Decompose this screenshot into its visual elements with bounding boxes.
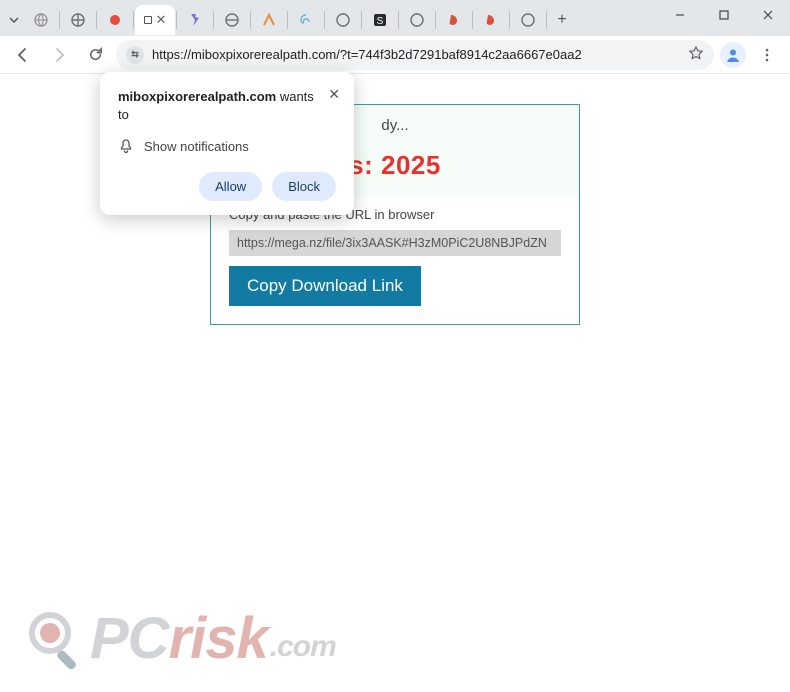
- notification-line: Show notifications: [144, 139, 249, 154]
- back-button[interactable]: [8, 40, 38, 70]
- active-tab-favicon: [144, 16, 152, 24]
- download-url-field[interactable]: https://mega.nz/file/3ix3AASK#H3zM0PiC2U…: [229, 230, 561, 256]
- notification-title: miboxpixorerealpath.com wants to: [118, 88, 336, 124]
- browser-menu-button[interactable]: [752, 40, 782, 70]
- tab-13[interactable]: [474, 5, 508, 35]
- watermark-pc: PC: [90, 605, 169, 672]
- close-window-button[interactable]: [746, 0, 790, 30]
- tab-9[interactable]: [326, 5, 360, 35]
- headline-year: 2025: [381, 150, 441, 180]
- allow-button[interactable]: Allow: [199, 172, 262, 201]
- profile-avatar[interactable]: [720, 42, 746, 68]
- tab-active[interactable]: ✕: [135, 5, 175, 35]
- watermark-risk: risk: [169, 605, 268, 672]
- address-bar[interactable]: ⇆ https://miboxpixorerealpath.com/?t=744…: [116, 40, 714, 70]
- watermark-com: .com: [270, 630, 336, 664]
- tab-7[interactable]: [252, 5, 286, 35]
- minimize-button[interactable]: [658, 0, 702, 30]
- browser-toolbar: ⇆ https://miboxpixorerealpath.com/?t=744…: [0, 36, 790, 74]
- tab-12[interactable]: [437, 5, 471, 35]
- bell-icon: [118, 138, 134, 154]
- tab-close-button[interactable]: ✕: [156, 12, 167, 28]
- tab-14[interactable]: [511, 5, 545, 35]
- new-tab-button[interactable]: +: [548, 6, 576, 34]
- copy-download-link-button[interactable]: Copy Download Link: [229, 266, 421, 306]
- site-settings-icon[interactable]: ⇆: [126, 46, 144, 64]
- notification-domain: miboxpixorerealpath.com: [118, 89, 276, 104]
- tab-5[interactable]: [178, 5, 212, 35]
- tab-2[interactable]: [61, 5, 95, 35]
- tab-1[interactable]: [24, 5, 58, 35]
- svg-text:S: S: [377, 16, 384, 27]
- tab-strip: ✕ S +: [0, 0, 790, 36]
- url-text: https://miboxpixorerealpath.com/?t=744f3…: [152, 47, 680, 62]
- tab-8[interactable]: [289, 5, 323, 35]
- tab-6[interactable]: [215, 5, 249, 35]
- tab-10[interactable]: S: [363, 5, 397, 35]
- forward-button[interactable]: [44, 40, 74, 70]
- watermark-logo: PCrisk.com: [24, 605, 336, 672]
- window-controls: [658, 0, 790, 32]
- reload-button[interactable]: [80, 40, 110, 70]
- maximize-button[interactable]: [702, 0, 746, 30]
- block-button[interactable]: Block: [272, 172, 336, 201]
- magnifier-icon: [24, 607, 88, 671]
- tab-11[interactable]: [400, 5, 434, 35]
- tab-3[interactable]: [98, 5, 132, 35]
- bookmark-star-icon[interactable]: [688, 45, 704, 64]
- tab-dropdown-button[interactable]: [4, 6, 24, 34]
- notification-close-button[interactable]: ✕: [328, 86, 340, 103]
- notification-permission-prompt: miboxpixorerealpath.com wants to ✕ Show …: [100, 72, 354, 215]
